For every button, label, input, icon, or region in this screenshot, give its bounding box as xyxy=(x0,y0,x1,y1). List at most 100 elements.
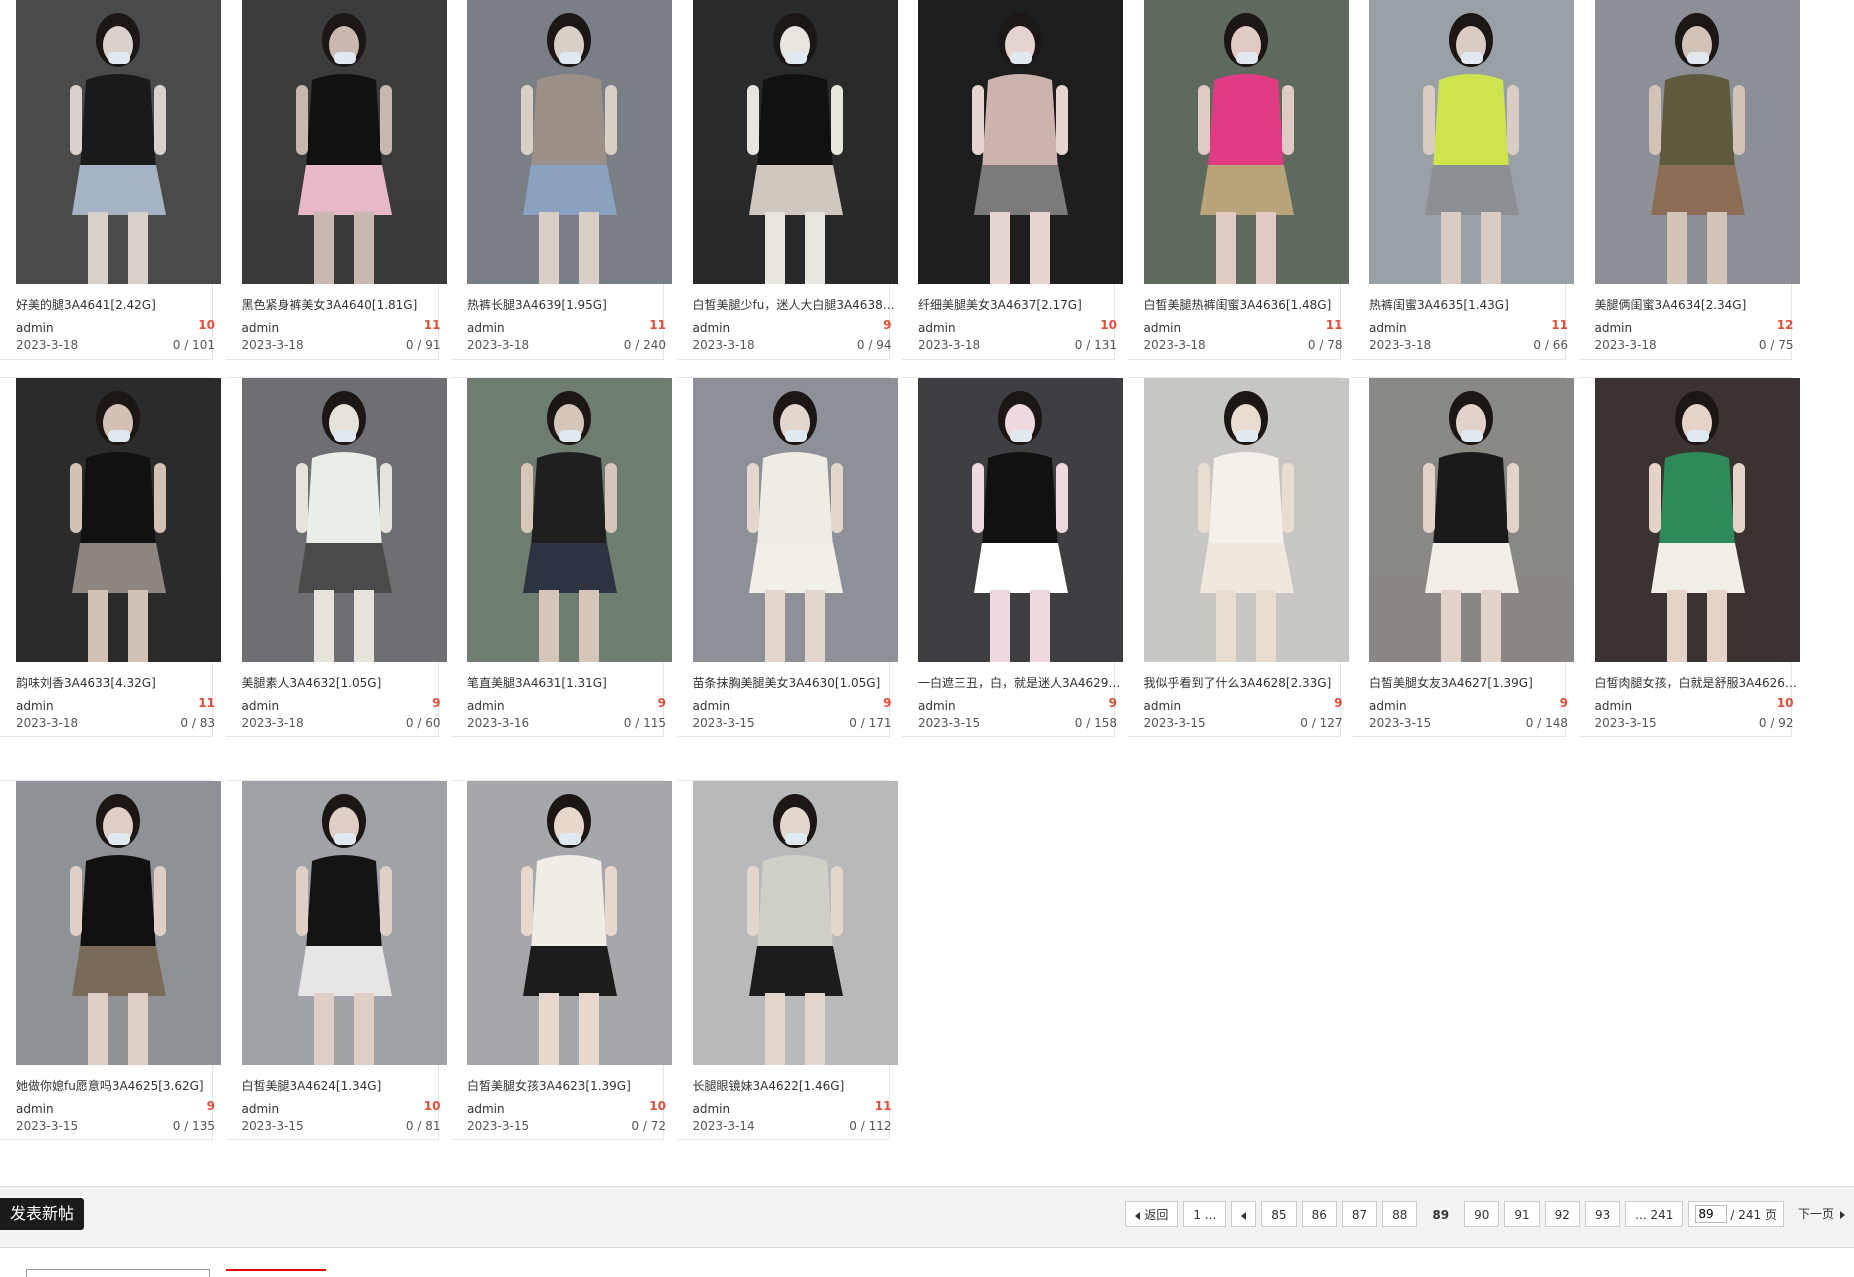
thread-thumbnail[interactable] xyxy=(241,781,447,1065)
thread-thumbnail[interactable] xyxy=(692,0,898,284)
thread-title[interactable]: 热裤长腿3A4639[1.95G] xyxy=(467,296,672,313)
thread-thumbnail[interactable] xyxy=(467,378,672,662)
page-link-86[interactable]: 86 xyxy=(1301,1201,1337,1227)
thread-card[interactable]: 白皙肉腿女孩，白就是舒服3A4626[... admin 10 2023-3-1… xyxy=(1578,377,1800,737)
page-link-90[interactable]: 90 xyxy=(1464,1201,1500,1227)
footer-link[interactable] xyxy=(226,1269,326,1277)
page-jump-input[interactable] xyxy=(1695,1205,1728,1223)
next-page-button[interactable]: 下一页 xyxy=(1789,1201,1854,1227)
page-link-93[interactable]: 93 xyxy=(1584,1201,1621,1227)
thread-author[interactable]: admin xyxy=(1369,321,1407,335)
thread-author[interactable]: admin xyxy=(918,699,956,713)
last-page-link[interactable]: ... 241 xyxy=(1625,1201,1684,1227)
prev-page-button[interactable] xyxy=(1231,1201,1257,1227)
thread-thumbnail[interactable] xyxy=(467,781,672,1065)
thread-card[interactable]: 美腿俩闺蜜3A4634[2.34G] admin 12 2023-3-18 0 … xyxy=(1578,0,1800,360)
thread-thumbnail[interactable] xyxy=(1369,0,1574,284)
thread-thumbnail[interactable] xyxy=(16,0,221,284)
page-link-92[interactable]: 92 xyxy=(1544,1201,1580,1227)
thread-author[interactable]: admin xyxy=(1595,699,1633,713)
thread-author[interactable]: admin xyxy=(1595,321,1633,335)
thread-title[interactable]: 白皙美腿女友3A4627[1.39G] xyxy=(1369,674,1574,691)
thread-title[interactable]: 韵味刘香3A4633[4.32G] xyxy=(16,674,221,691)
thread-card[interactable]: 黑色紧身裤美女3A4640[1.81G] admin 11 2023-3-18 … xyxy=(225,0,447,360)
thread-author[interactable]: admin xyxy=(16,1102,54,1116)
thread-author[interactable]: admin xyxy=(693,699,731,713)
thread-title[interactable]: 美腿素人3A4632[1.05G] xyxy=(242,674,447,691)
new-post-button[interactable]: 发表新帖 xyxy=(0,1198,85,1230)
thread-thumbnail[interactable] xyxy=(918,0,1123,284)
thread-title[interactable]: 她做你媳fu愿意吗3A4625[3.62G] xyxy=(16,1077,221,1094)
thread-author[interactable]: admin xyxy=(242,321,280,335)
thread-title[interactable]: 白皙美腿女孩3A4623[1.39G] xyxy=(467,1077,672,1094)
thread-thumbnail[interactable] xyxy=(241,0,447,284)
thread-thumbnail[interactable] xyxy=(467,0,672,284)
thread-author[interactable]: admin xyxy=(918,321,956,335)
thread-card[interactable]: 白皙美腿女孩3A4623[1.39G] admin 10 2023-3-15 0… xyxy=(451,780,672,1140)
thread-thumbnail[interactable] xyxy=(1143,378,1349,662)
thread-thumbnail[interactable] xyxy=(692,781,898,1065)
thread-card[interactable]: 我似乎看到了什么3A4628[2.33G] admin 9 2023-3-15 … xyxy=(1127,377,1349,737)
thread-title[interactable]: 长腿眼镜妹3A4622[1.46G] xyxy=(693,1077,898,1094)
page-link-88[interactable]: 88 xyxy=(1382,1201,1418,1227)
thread-card[interactable]: 白皙美腿女友3A4627[1.39G] admin 9 2023-3-15 0 … xyxy=(1353,377,1574,737)
thread-title[interactable]: 白皙美腿少fu，迷人大白腿3A4638[... xyxy=(693,296,898,313)
thread-card[interactable]: 一白遮三丑，白，就是迷人3A4629[... admin 9 2023-3-15… xyxy=(902,377,1123,737)
thread-thumbnail[interactable] xyxy=(1594,378,1800,662)
page-link-91[interactable]: 91 xyxy=(1504,1201,1540,1227)
thread-card[interactable]: 美腿素人3A4632[1.05G] admin 9 2023-3-18 0 / … xyxy=(225,377,447,737)
thread-card[interactable]: 好美的腿3A4641[2.42G] admin 10 2023-3-18 0 /… xyxy=(0,0,221,360)
thread-thumbnail[interactable] xyxy=(1594,0,1800,284)
image-count-badge: 10 xyxy=(423,1099,441,1113)
back-label: 返回 xyxy=(1144,1208,1169,1222)
thread-card[interactable]: 白皙美腿热裤闺蜜3A4636[1.48G] admin 11 2023-3-18… xyxy=(1127,0,1349,360)
thread-thumbnail[interactable] xyxy=(692,378,898,662)
thread-author[interactable]: admin xyxy=(1144,699,1182,713)
thread-author[interactable]: admin xyxy=(1144,321,1182,335)
image-count-badge: 11 xyxy=(1325,318,1343,332)
thread-thumbnail[interactable] xyxy=(1143,0,1349,284)
thread-thumbnail[interactable] xyxy=(16,781,221,1065)
thread-title[interactable]: 一白遮三丑，白，就是迷人3A4629[... xyxy=(918,674,1123,691)
thread-author[interactable]: admin xyxy=(693,321,731,335)
thread-card[interactable]: 长腿眼镜妹3A4622[1.46G] admin 11 2023-3-14 0 … xyxy=(676,780,898,1140)
thread-author[interactable]: admin xyxy=(242,1102,280,1116)
reply-view-stats: 0 / 91 xyxy=(405,338,441,352)
thread-title[interactable]: 热裤闺蜜3A4635[1.43G] xyxy=(1369,296,1574,313)
thread-author[interactable]: admin xyxy=(16,699,54,713)
thread-thumbnail[interactable] xyxy=(918,378,1123,662)
thread-title[interactable]: 白皙肉腿女孩，白就是舒服3A4626[... xyxy=(1595,674,1800,691)
thread-title[interactable]: 好美的腿3A4641[2.42G] xyxy=(16,296,221,313)
thread-author[interactable]: admin xyxy=(1369,699,1407,713)
thread-author[interactable]: admin xyxy=(467,1102,505,1116)
thread-title[interactable]: 白皙美腿热裤闺蜜3A4636[1.48G] xyxy=(1144,296,1349,313)
thread-author[interactable]: admin xyxy=(16,321,54,335)
back-button[interactable]: 返回 xyxy=(1125,1201,1179,1227)
thread-title[interactable]: 笔直美腿3A4631[1.31G] xyxy=(467,674,672,691)
thread-title[interactable]: 我似乎看到了什么3A4628[2.33G] xyxy=(1144,674,1349,691)
thread-author[interactable]: admin xyxy=(467,321,505,335)
thread-author[interactable]: admin xyxy=(242,699,280,713)
page-link-85[interactable]: 85 xyxy=(1261,1201,1297,1227)
thread-card[interactable]: 笔直美腿3A4631[1.31G] admin 9 2023-3-16 0 / … xyxy=(451,377,672,737)
thread-title[interactable]: 白皙美腿3A4624[1.34G] xyxy=(242,1077,447,1094)
thread-card[interactable]: 韵味刘香3A4633[4.32G] admin 11 2023-3-18 0 /… xyxy=(0,377,221,737)
first-page-link[interactable]: 1 ... xyxy=(1183,1201,1227,1227)
thread-author[interactable]: admin xyxy=(467,699,505,713)
page-link-87[interactable]: 87 xyxy=(1341,1201,1378,1227)
thread-card[interactable]: 她做你媳fu愿意吗3A4625[3.62G] admin 9 2023-3-15… xyxy=(0,780,221,1140)
thread-card[interactable]: 热裤闺蜜3A4635[1.43G] admin 11 2023-3-18 0 /… xyxy=(1353,0,1574,360)
thread-card[interactable]: 白皙美腿3A4624[1.34G] admin 10 2023-3-15 0 /… xyxy=(225,780,447,1140)
thread-thumbnail[interactable] xyxy=(1369,378,1574,662)
thread-card[interactable]: 热裤长腿3A4639[1.95G] admin 11 2023-3-18 0 /… xyxy=(451,0,672,360)
thread-card[interactable]: 苗条抹胸美腿美女3A4630[1.05G] admin 9 2023-3-15 … xyxy=(676,377,898,737)
thread-title[interactable]: 纤细美腿美女3A4637[2.17G] xyxy=(918,296,1123,313)
thread-title[interactable]: 美腿俩闺蜜3A4634[2.34G] xyxy=(1595,296,1800,313)
thread-author[interactable]: admin xyxy=(693,1102,731,1116)
thread-title[interactable]: 苗条抹胸美腿美女3A4630[1.05G] xyxy=(693,674,898,691)
thread-title[interactable]: 黑色紧身裤美女3A4640[1.81G] xyxy=(242,296,447,313)
thread-card[interactable]: 白皙美腿少fu，迷人大白腿3A4638[... admin 9 2023-3-1… xyxy=(676,0,898,360)
thread-thumbnail[interactable] xyxy=(16,378,221,662)
thread-thumbnail[interactable] xyxy=(241,378,447,662)
thread-card[interactable]: 纤细美腿美女3A4637[2.17G] admin 10 2023-3-18 0… xyxy=(902,0,1123,360)
